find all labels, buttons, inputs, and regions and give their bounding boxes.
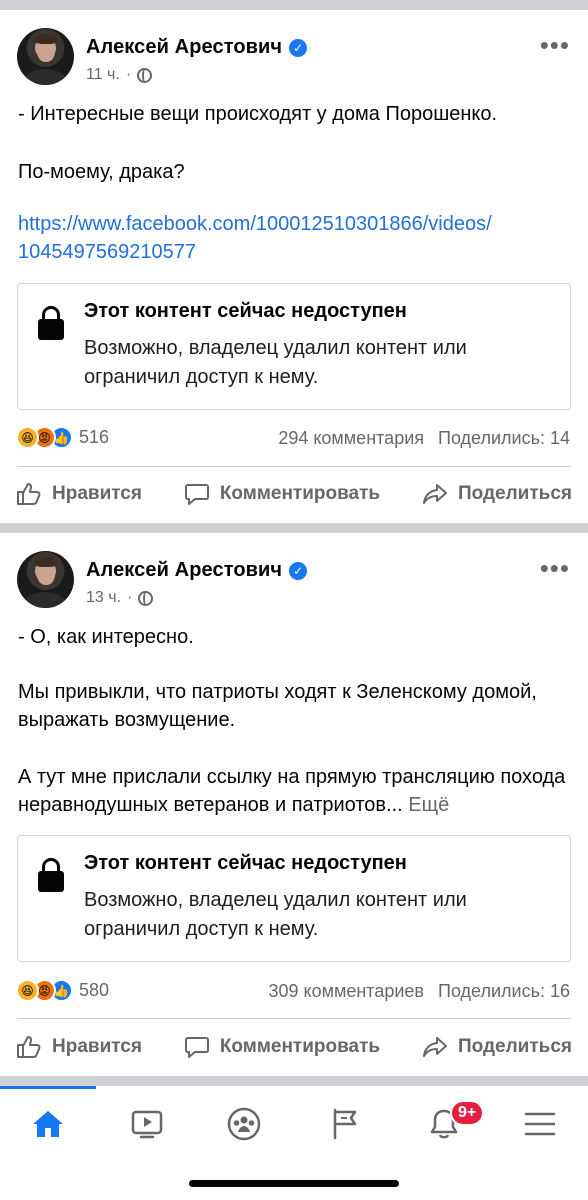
tab-menu[interactable] (510, 1104, 570, 1144)
tab-pages[interactable] (315, 1104, 375, 1144)
lock-icon (38, 858, 64, 892)
like-label: Нравится (52, 483, 142, 504)
tab-groups[interactable] (214, 1104, 274, 1144)
verified-badge-icon: ✓ (289, 561, 308, 580)
reactions-summary[interactable]: 😆 😡 👍 580 (16, 979, 109, 1002)
post-text-paragraph: А тут мне прислали ссылку на прямую тран… (18, 763, 573, 819)
tab-video[interactable] (117, 1104, 177, 1144)
unavailable-description: Возможно, владелец удалил контент или ог… (84, 889, 467, 940)
post-text-truncated: А тут мне прислали ссылку на прямую тран… (18, 766, 566, 816)
home-icon (33, 1111, 63, 1137)
share-button[interactable]: Поделиться (422, 1035, 572, 1059)
comment-bubble-icon (184, 482, 210, 506)
see-more-link[interactable]: Ещё (408, 794, 449, 816)
post-text-line: - Интересные вещи происходят у дома Поро… (18, 103, 498, 125)
thumbs-up-icon (16, 482, 42, 506)
more-options-button[interactable]: ••• (540, 555, 570, 581)
feed-separator (0, 1076, 588, 1086)
comment-label: Комментировать (219, 1036, 381, 1057)
comment-button[interactable]: Комментировать (184, 482, 380, 506)
post-timestamp[interactable]: 11 ч. (86, 66, 120, 84)
home-indicator (189, 1180, 399, 1187)
tab-home[interactable] (18, 1104, 78, 1144)
post-timestamp[interactable]: 13 ч. (86, 589, 121, 607)
feed-post: Алексей Арестович ✓ 11 ч. · ••• - Интере… (0, 10, 588, 520)
share-arrow-icon (422, 482, 448, 506)
feed-separator (0, 523, 588, 533)
comment-label: Комментировать (219, 483, 381, 504)
globe-icon (137, 67, 153, 83)
divider (17, 1018, 571, 1019)
shares-count[interactable]: Поделились: 16 (438, 981, 570, 1002)
tab-notifications[interactable]: 9+ (414, 1100, 485, 1144)
reaction-count: 580 (79, 980, 110, 1000)
reaction-count: 516 (79, 427, 110, 447)
like-button[interactable]: Нравится (16, 482, 142, 506)
unavailable-title: Этот контент сейчас недоступен (84, 852, 407, 874)
share-arrow-icon (422, 1035, 448, 1059)
video-icon (131, 1110, 163, 1139)
author-name[interactable]: Алексей Арестович (86, 36, 282, 59)
post-text-line: - О, как интересно. (18, 626, 194, 648)
post-text-line: По-моему, драка? (18, 161, 185, 183)
avatar[interactable] (17, 551, 74, 608)
avatar[interactable] (17, 28, 74, 85)
reactions-summary[interactable]: 😆 😡 👍 516 (16, 426, 109, 449)
haha-reaction-icon: 😆 (16, 426, 39, 449)
comment-bubble-icon (184, 1035, 210, 1059)
share-button[interactable]: Поделиться (422, 482, 572, 506)
unavailable-description: Возможно, владелец удалил контент или ог… (84, 337, 467, 388)
post-text-paragraph: Мы привыкли, что патриоты ходят к Зеленс… (18, 681, 537, 731)
post-link-line[interactable]: https://www.facebook.com/100012510301866… (18, 210, 578, 238)
active-tab-indicator (0, 1086, 96, 1089)
globe-icon (138, 590, 154, 606)
groups-icon (227, 1107, 261, 1141)
dot-separator: · (125, 66, 132, 83)
feed-separator (0, 0, 588, 10)
comments-count[interactable]: 309 комментариев (268, 981, 424, 1002)
like-label: Нравится (52, 1036, 142, 1057)
pages-flag-icon (333, 1108, 357, 1140)
comment-button[interactable]: Комментировать (184, 1035, 380, 1059)
unavailable-content-card: Этот контент сейчас недоступен Возможно,… (17, 283, 571, 410)
thumbs-up-icon (16, 1035, 42, 1059)
post-link-line[interactable]: 1045497569210577 (18, 238, 578, 266)
unavailable-title: Этот контент сейчас недоступен (84, 300, 407, 322)
divider (17, 466, 571, 467)
feed-post: Алексей Арестович ✓ 13 ч. · ••• - О, как… (0, 533, 588, 1078)
share-label: Поделиться (457, 1036, 572, 1057)
unavailable-content-card: Этот контент сейчас недоступен Возможно,… (17, 835, 571, 962)
shares-count[interactable]: Поделились: 14 (438, 428, 570, 449)
like-button[interactable]: Нравится (16, 1035, 142, 1059)
dot-separator: · (127, 589, 133, 606)
share-label: Поделиться (457, 483, 572, 504)
notification-badge: 9+ (450, 1100, 485, 1126)
more-options-button[interactable]: ••• (540, 32, 570, 58)
menu-icon (524, 1112, 556, 1136)
verified-badge-icon: ✓ (289, 38, 308, 57)
haha-reaction-icon: 😆 (16, 979, 39, 1002)
comments-count[interactable]: 294 комментария (278, 428, 424, 449)
post-link[interactable]: https://www.facebook.com/100012510301866… (18, 210, 578, 266)
author-name[interactable]: Алексей Арестович (86, 559, 282, 582)
lock-icon (38, 306, 64, 340)
